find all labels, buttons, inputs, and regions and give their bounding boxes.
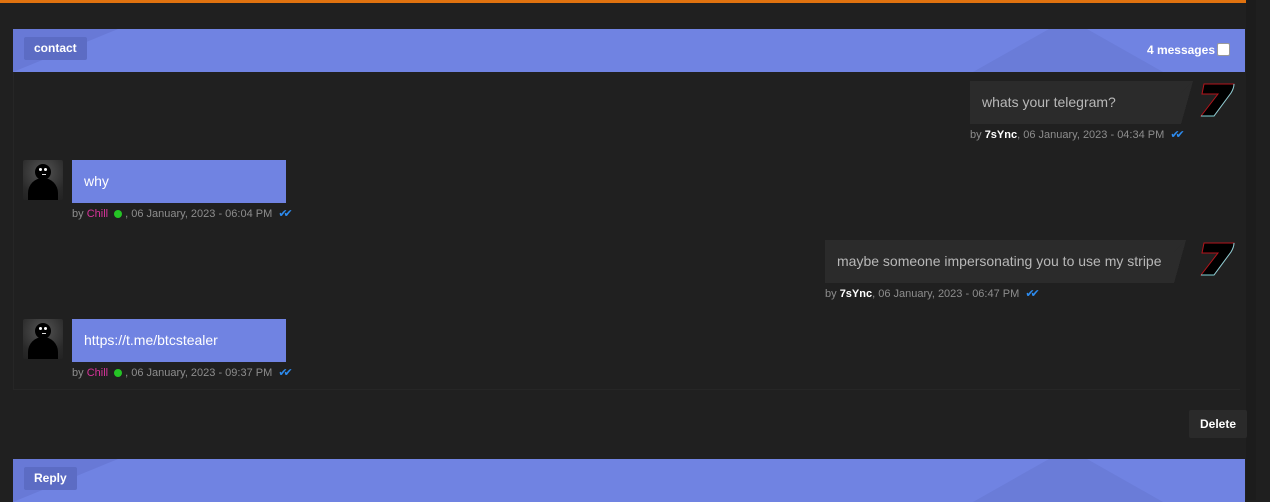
message-bubble: maybe someone impersonating you to use m… [825,240,1186,283]
scrollbar-track[interactable] [1256,0,1270,500]
author-link[interactable]: 7sYnc [840,288,872,300]
message-text[interactable]: https://t.me/btcstealer [84,332,218,348]
avatar-mouth [42,333,46,334]
message-count: 4 messages [1146,43,1215,57]
double-check-icon: ✔✔ [278,208,293,220]
by-label: by [72,367,84,379]
message-text: maybe someone impersonating you to use m… [837,253,1162,269]
author-link[interactable]: Chill [87,208,108,220]
online-status-icon [114,369,123,377]
message-meta: by Chill , 06 January, 2023 - 09:37 PM ✔✔ [72,366,293,379]
seven-logo-avatar[interactable] [1200,82,1236,118]
seven-logo-avatar[interactable] [1200,241,1236,277]
timestamp: , 06 January, 2023 - 04:34 PM [1017,129,1165,141]
message-meta: by Chill , 06 January, 2023 - 06:04 PM ✔✔ [72,207,293,220]
avatar-eye [44,327,47,330]
avatar-body [28,178,58,200]
avatar-head [35,164,51,180]
avatar-head [35,323,51,339]
avatar-eye [44,168,47,171]
message-bubble: https://t.me/btcstealer [72,319,286,362]
stick-figure-avatar[interactable] [23,319,63,359]
avatar-eye [39,168,42,171]
message-bubble: why [72,160,286,203]
stick-figure-avatar[interactable] [23,160,63,200]
by-label: by [825,288,837,300]
bubble-tail [1180,81,1193,124]
delete-button[interactable]: Delete [1189,410,1247,438]
contact-label[interactable]: contact [24,37,87,60]
message-outgoing: maybe someone impersonating you to use m… [825,240,1186,300]
message-incoming: https://t.me/btcstealer by Chill , 06 Jan… [72,319,293,379]
message-thread: whats your telegram? by 7sYnc, 06 Januar… [13,72,1240,390]
conversation-header: contact 4 messages [13,29,1245,72]
avatar-mouth [42,174,46,175]
message-meta: by 7sYnc, 06 January, 2023 - 04:34 PM ✔✔ [970,128,1185,141]
by-label: by [970,129,982,141]
timestamp: , 06 January, 2023 - 06:04 PM [125,208,273,220]
message-bubble: whats your telegram? [970,81,1193,124]
message-text: why [84,173,109,189]
message-meta: by 7sYnc, 06 January, 2023 - 06:47 PM ✔✔ [825,287,1174,300]
timestamp: , 06 January, 2023 - 06:47 PM [872,288,1020,300]
reply-label[interactable]: Reply [24,467,77,490]
author-link[interactable]: Chill [87,367,108,379]
timestamp: , 06 January, 2023 - 09:37 PM [125,367,273,379]
message-outgoing: whats your telegram? by 7sYnc, 06 Januar… [970,81,1193,141]
bubble-tail [1173,240,1186,283]
avatar-eye [39,327,42,330]
header-decoration [973,29,1163,72]
double-check-icon: ✔✔ [1170,129,1185,141]
online-status-icon [114,210,123,218]
message-incoming: why by Chill , 06 January, 2023 - 06:04 P… [72,160,293,220]
author-link[interactable]: 7sYnc [985,129,1017,141]
page-scrollbar[interactable] [1246,0,1270,500]
reply-header: Reply [13,459,1245,502]
message-text: whats your telegram? [982,94,1116,110]
top-accent-bar [0,0,1246,3]
by-label: by [72,208,84,220]
double-check-icon: ✔✔ [278,367,293,379]
double-check-icon: ✔✔ [1025,288,1040,300]
select-all-checkbox[interactable] [1217,43,1230,56]
avatar-body [28,337,58,359]
header-decoration [973,459,1163,502]
